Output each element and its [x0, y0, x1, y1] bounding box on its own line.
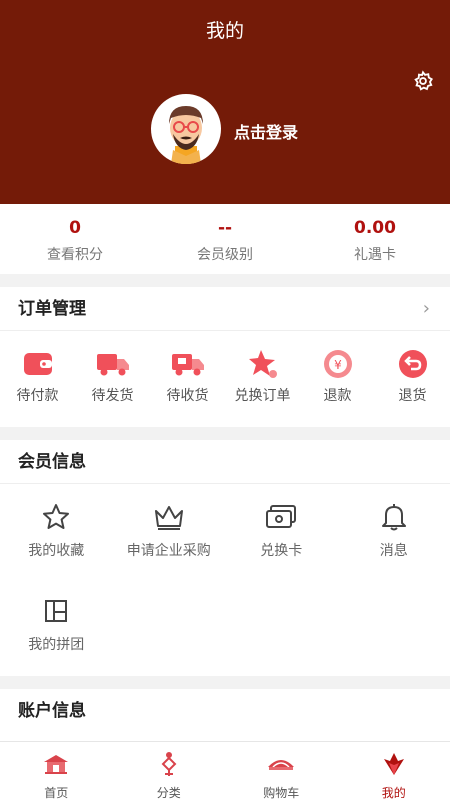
order-label: 退货: [398, 388, 427, 404]
cell-label: 兑换卡: [260, 543, 303, 559]
bottom-tab-bar: 首页 分类 购物车 我的: [0, 741, 450, 800]
order-exchange[interactable]: 兑换订单: [225, 347, 300, 405]
login-link[interactable]: 点击登录: [234, 119, 298, 143]
tab-label: 分类: [156, 786, 181, 800]
cart-icon: [225, 750, 338, 778]
order-pending-receipt[interactable]: 待收货: [150, 347, 225, 405]
order-label: 待发货: [91, 388, 134, 404]
star-outline-icon: [0, 502, 113, 532]
stat-points[interactable]: 0 查看积分: [0, 204, 150, 274]
stat-label: 礼遇卡: [354, 247, 396, 263]
cell-label: 申请企业采购: [126, 543, 211, 559]
tab-label: 首页: [44, 786, 69, 800]
order-pending-shipment[interactable]: 待发货: [75, 347, 150, 405]
stat-gift-card[interactable]: 0.00 礼遇卡: [300, 204, 450, 274]
star-icon: [225, 347, 300, 381]
stat-label: 会员级别: [197, 247, 253, 263]
order-return[interactable]: 退货: [375, 347, 450, 405]
settings-icon[interactable]: [412, 70, 434, 92]
profile-header: 我的 点击登录: [0, 0, 450, 204]
enterprise-purchase[interactable]: 申请企业采购: [113, 484, 226, 578]
tab-label: 我的: [381, 786, 406, 800]
bell-icon: [338, 502, 450, 532]
stat-label: 查看积分: [47, 247, 103, 263]
category-icon: [113, 750, 226, 778]
stat-value: 0.00: [354, 218, 396, 238]
order-label: 退款: [323, 388, 352, 404]
tab-cart[interactable]: 购物车: [225, 742, 338, 800]
section-title: 订单管理: [18, 299, 86, 319]
avatar[interactable]: [151, 94, 221, 164]
home-icon: [0, 750, 113, 778]
cell-label: 消息: [379, 543, 408, 559]
tab-category[interactable]: 分类: [113, 742, 226, 800]
messages[interactable]: 消息: [338, 484, 450, 578]
delivery-truck-icon: [150, 347, 225, 381]
wallet-icon: [0, 347, 75, 381]
order-refund[interactable]: ¥ 退款: [300, 347, 375, 405]
order-pending-payment[interactable]: 待付款: [0, 347, 75, 405]
card-icon: [225, 502, 338, 532]
section-title: 会员信息: [18, 452, 86, 472]
cell-label: 我的拼团: [28, 637, 85, 653]
refund-icon: ¥: [300, 347, 375, 381]
chevron-right-icon: ›: [422, 298, 430, 319]
order-label: 兑换订单: [234, 388, 291, 404]
profile-icon: [338, 750, 450, 778]
svg-text:¥: ¥: [334, 358, 342, 372]
member-info-card: 会员信息 我的收藏 申请企业采购 兑换卡 消息 我的拼团: [0, 440, 450, 676]
my-favorites[interactable]: 我的收藏: [0, 484, 113, 578]
stat-value: 0: [69, 218, 81, 238]
group-icon: [0, 596, 113, 626]
exchange-card[interactable]: 兑换卡: [225, 484, 338, 578]
member-info-header: 会员信息: [0, 440, 450, 484]
truck-icon: [75, 347, 150, 381]
tab-profile[interactable]: 我的: [338, 742, 450, 800]
tab-label: 购物车: [263, 786, 300, 800]
stat-member-level[interactable]: -- 会员级别: [150, 204, 300, 274]
return-icon: [375, 347, 450, 381]
stat-value: --: [217, 218, 233, 238]
order-management-header[interactable]: 订单管理 ›: [0, 287, 450, 331]
my-group-buy[interactable]: 我的拼团: [0, 578, 113, 672]
order-label: 待付款: [16, 388, 59, 404]
section-title: 账户信息: [18, 701, 86, 721]
cell-label: 我的收藏: [28, 543, 85, 559]
tab-home[interactable]: 首页: [0, 742, 113, 800]
order-label: 待收货: [166, 388, 209, 404]
stats-bar: 0 查看积分 -- 会员级别 0.00 礼遇卡: [0, 204, 450, 274]
account-info-header[interactable]: 账户信息: [0, 689, 450, 733]
account-info-card: 账户信息: [0, 689, 450, 741]
page-title: 我的: [205, 20, 244, 42]
crown-icon: [113, 502, 226, 532]
order-management-card: 订单管理 › 待付款 待发货 待收货 兑换订单 ¥ 退款 退货: [0, 287, 450, 427]
